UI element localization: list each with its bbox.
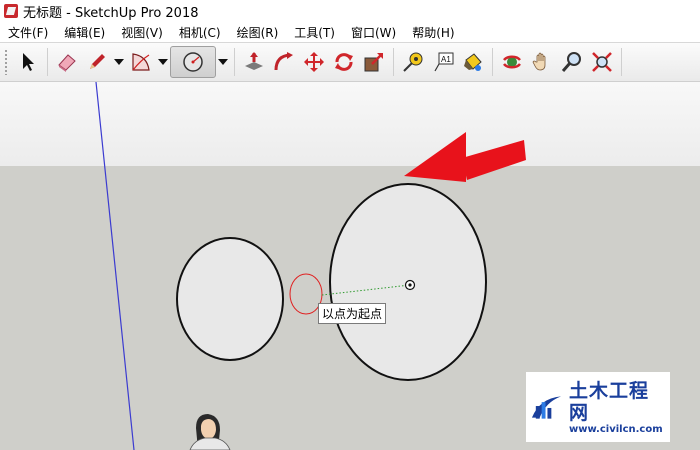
drawing-viewport[interactable]: 以点为起点 土木工程网 www.civilcn.com [0, 82, 700, 450]
push-pull-icon [245, 52, 263, 70]
inference-tooltip: 以点为起点 [318, 303, 387, 324]
civilcn-logo-icon [531, 396, 562, 419]
toolbar-separator [393, 48, 394, 76]
circle-face-small[interactable] [176, 237, 284, 361]
circle-dropdown[interactable] [216, 47, 230, 77]
sketchup-logo-icon [4, 4, 18, 18]
toolbar-separator [47, 48, 48, 76]
menu-camera[interactable]: 相机(C) [171, 24, 229, 41]
menu-window[interactable]: 窗口(W) [343, 24, 404, 41]
orbit-tool-button[interactable] [497, 47, 527, 77]
select-icon [23, 53, 34, 71]
title-bar: 无标题 - SketchUp Pro 2018 [0, 0, 700, 22]
arc-tool-button[interactable] [126, 47, 156, 77]
menu-bar: 文件(F) 编辑(E) 视图(V) 相机(C) 绘图(R) 工具(T) 窗口(W… [0, 22, 700, 43]
text-tool-button[interactable]: A1 [428, 47, 458, 77]
paint-bucket-icon [464, 53, 482, 71]
rotate-tool-button[interactable] [329, 47, 359, 77]
zoom-icon [561, 52, 581, 72]
zoom-extents-icon [592, 52, 612, 72]
blue-axis [95, 82, 135, 450]
pencil-dropdown[interactable] [112, 47, 126, 77]
follow-me-tool-button[interactable] [269, 47, 299, 77]
chevron-down-icon [114, 59, 124, 65]
window-title: 无标题 - SketchUp Pro 2018 [23, 5, 199, 21]
scale-icon [364, 53, 383, 72]
red-arrow-annotation [404, 132, 526, 182]
watermark-url: www.civilcn.com [568, 423, 663, 435]
watermark-name: 土木工程网 [568, 379, 649, 424]
toolbar-separator [234, 48, 235, 76]
circle-icon [183, 52, 203, 72]
follow-me-icon [274, 52, 293, 71]
tape-measure-tool-button[interactable] [398, 47, 428, 77]
eraser-tool-button[interactable] [52, 47, 82, 77]
scale-tool-button[interactable] [359, 47, 389, 77]
svg-text:A1: A1 [441, 55, 451, 64]
pencil-icon [90, 54, 105, 69]
move-tool-button[interactable] [299, 47, 329, 77]
menu-view[interactable]: 视图(V) [113, 24, 171, 41]
arc-dropdown[interactable] [156, 47, 170, 77]
push-pull-tool-button[interactable] [239, 47, 269, 77]
toolbar-separator [621, 48, 622, 76]
menu-file[interactable]: 文件(F) [0, 24, 56, 41]
arc-icon [132, 53, 150, 71]
pan-icon [532, 52, 546, 71]
pan-tool-button[interactable] [527, 47, 557, 77]
watermark-logo: 土木工程网 www.civilcn.com [526, 372, 670, 442]
zoom-tool-button[interactable] [557, 47, 587, 77]
menu-draw[interactable]: 绘图(R) [229, 24, 287, 41]
zoom-extents-tool-button[interactable] [587, 47, 617, 77]
toolbar-separator [492, 48, 493, 76]
rotate-icon [335, 53, 353, 71]
circle-tool-button[interactable] [170, 46, 216, 78]
paint-bucket-tool-button[interactable] [458, 47, 488, 77]
main-toolbar: A1 [0, 43, 700, 82]
eraser-icon [58, 54, 76, 72]
chevron-down-icon [158, 59, 168, 65]
menu-tools[interactable]: 工具(T) [286, 24, 343, 41]
menu-help[interactable]: 帮助(H) [404, 24, 462, 41]
text-icon: A1 [434, 52, 454, 72]
toolbar-grip[interactable] [4, 49, 9, 75]
select-tool-button[interactable] [13, 47, 43, 77]
pencil-tool-button[interactable] [82, 47, 112, 77]
orbit-icon [503, 55, 521, 69]
person-figure [189, 414, 231, 450]
chevron-down-icon [218, 59, 228, 65]
tape-measure-icon [403, 52, 423, 72]
menu-edit[interactable]: 编辑(E) [56, 24, 113, 41]
move-icon [304, 52, 324, 72]
